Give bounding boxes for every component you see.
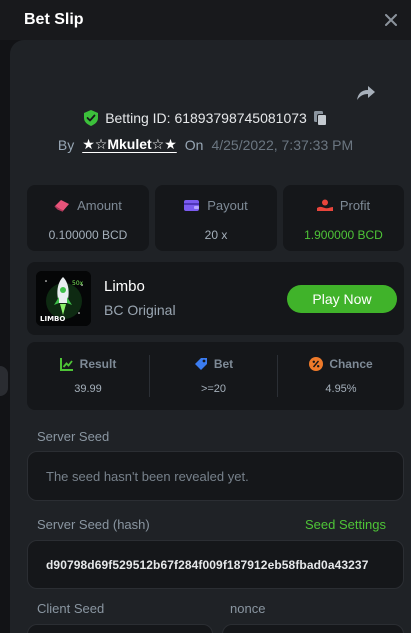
server-seed-hash-field[interactable]: d90798d69f529512b67f284f009f187912eb58fb… [27,540,404,589]
payout-value: 20 x [204,228,228,242]
payout-label: Payout [207,198,248,213]
amount-label: Amount [77,198,122,213]
result-chart-icon [59,357,74,371]
bet-date: 4/25/2022, 7:37:33 PM [211,136,354,153]
bet-label: Bet [213,357,234,371]
chance-value: 4.95% [325,383,357,395]
shield-check-icon [84,110,99,126]
thumb-badge: 50x [72,280,84,287]
server-seed-label: Server Seed [37,429,110,444]
client-seed-field [27,624,213,633]
game-name: Limbo [104,278,145,295]
profit-icon [316,199,333,212]
game-subtitle: BC Original [104,302,176,318]
payout-card: Payout 20 x [155,185,277,251]
result-value: 39.99 [74,383,102,395]
game-card: 50x LIMBO Limbo BC Original Play Now [27,262,404,335]
bet-column: Bet >=20 [150,342,277,410]
server-seed-hash-label: Server Seed (hash) [37,517,150,532]
server-seed-field: The seed hasn't been revealed yet. [27,451,404,501]
nonce-label: nonce [230,601,266,616]
background-scroll-handle [0,366,8,396]
server-seed-hash-value: d90798d69f529512b67f284f009f187912eb58fb… [46,557,369,572]
bet-value: >=20 [200,383,227,395]
amount-card: Amount 0.100000 BCD [27,185,149,251]
by-label: By [57,136,75,153]
share-icon[interactable] [356,83,378,105]
amount-value: 0.100000 BCD [48,228,128,242]
betting-id: Betting ID: 6189379874508107​3 [105,110,307,126]
result-column: Result 39.99 [27,342,149,410]
chance-column: Chance 4.95% [278,342,404,410]
nonce-field [222,624,404,633]
thumb-logo-text: LIMBO [40,315,65,323]
profit-value: 1.900000 BCD [304,228,383,242]
wallet-icon [184,199,200,212]
bet-slip-header: Bet Slip [0,0,411,40]
limbo-game-thumbnail[interactable]: 50x LIMBO [36,271,91,326]
profit-card: Profit 1.900000 BCD [283,185,404,251]
tag-icon [194,357,208,371]
username-link[interactable]: ★☆Mkulet☆★ [82,136,177,153]
profit-label: Profit [339,198,371,213]
result-label: Result [79,357,117,371]
betting-id-row: Betting ID: 6189379874508107​3 [0,110,411,126]
percent-icon [309,357,324,371]
close-icon[interactable] [379,8,403,32]
chance-label: Chance [329,357,373,371]
bettor-row: By ★☆Mkulet☆★ On 4/25/2022, 7:37:33 PM [0,136,411,153]
money-wing-icon [54,199,70,212]
dialog-title: Bet Slip [24,11,84,28]
client-seed-label: Client Seed [37,601,105,616]
seed-settings-link[interactable]: Seed Settings [305,517,386,532]
server-seed-value: The seed hasn't been revealed yet. [46,468,249,484]
copy-icon[interactable] [313,110,327,126]
result-card: Result 39.99 Bet >=20 Chance 4.95% [27,342,404,410]
play-now-button[interactable]: Play Now [287,285,397,313]
on-label: On [184,136,204,153]
